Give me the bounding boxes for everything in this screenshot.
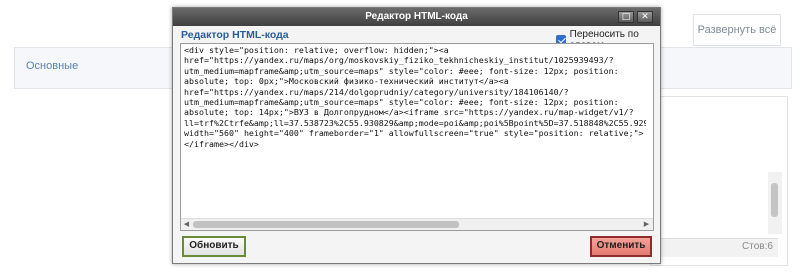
horizontal-scroll-thumb[interactable]	[193, 221, 459, 228]
close-icon[interactable]: ✕	[637, 11, 653, 23]
line-counter: Стов:6	[742, 241, 773, 252]
cancel-button[interactable]: Отменить	[590, 236, 652, 257]
expand-all-button[interactable]: Развернуть всё	[693, 14, 781, 46]
scroll-right-icon[interactable]: ▶	[642, 220, 651, 229]
horizontal-scrollbar[interactable]: ◀ ▶	[181, 218, 653, 230]
code-textarea[interactable]: <div style="position: relative; overflow…	[184, 45, 646, 215]
dialog-heading: Редактор HTML-кода	[181, 29, 289, 41]
background-scroll-thumb[interactable]	[771, 183, 778, 217]
code-editor[interactable]: <div style="position: relative; overflow…	[180, 43, 654, 231]
scroll-left-icon[interactable]: ◀	[182, 220, 191, 229]
section-label: Основные	[26, 60, 79, 72]
maximize-icon[interactable]: □	[618, 11, 634, 23]
html-editor-dialog: Редактор HTML-кода □ ✕ Редактор HTML-код…	[172, 7, 661, 264]
dialog-titlebar[interactable]: Редактор HTML-кода	[173, 8, 660, 26]
refresh-button[interactable]: Обновить	[182, 236, 246, 257]
